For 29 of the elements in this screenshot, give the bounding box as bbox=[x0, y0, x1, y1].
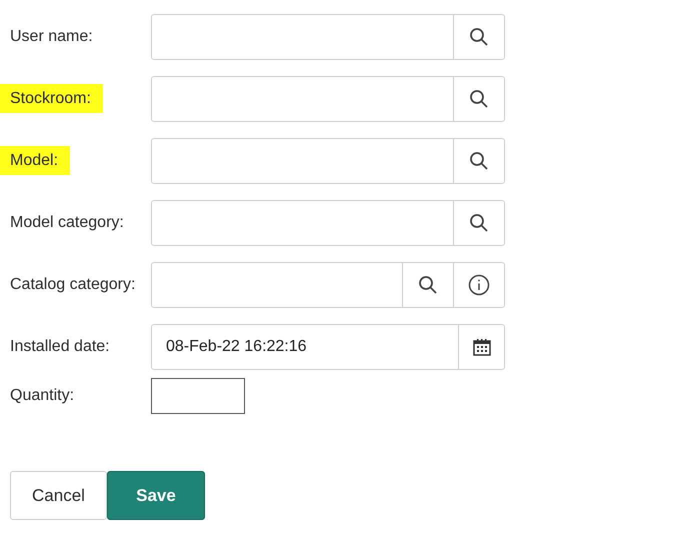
field-label: Catalog category: bbox=[10, 276, 136, 293]
lookup-field[interactable] bbox=[151, 200, 505, 246]
cancel-button[interactable]: Cancel bbox=[10, 471, 107, 520]
field-label: Quantity: bbox=[10, 387, 74, 404]
search-icon bbox=[469, 213, 489, 233]
quantity-field[interactable] bbox=[151, 378, 245, 414]
search-button[interactable] bbox=[453, 15, 504, 59]
lookup-field[interactable] bbox=[151, 76, 505, 122]
info-icon bbox=[468, 274, 490, 296]
lookup-field[interactable] bbox=[151, 262, 505, 308]
search-button[interactable] bbox=[453, 201, 504, 245]
calendar-button[interactable] bbox=[458, 325, 504, 369]
search-button[interactable] bbox=[453, 139, 504, 183]
search-icon bbox=[469, 151, 489, 171]
lookup-field[interactable] bbox=[151, 14, 505, 60]
field-label: Model category: bbox=[10, 214, 124, 231]
search-icon bbox=[418, 275, 438, 295]
field-label: Installed date: bbox=[10, 338, 110, 355]
field-label: User name: bbox=[10, 28, 93, 45]
info-button[interactable] bbox=[453, 263, 504, 307]
field-label: Model: bbox=[0, 146, 70, 175]
calendar-icon bbox=[472, 337, 492, 357]
lookup-field[interactable] bbox=[151, 138, 505, 184]
search-icon bbox=[469, 27, 489, 47]
field-label: Stockroom: bbox=[0, 84, 103, 113]
search-icon bbox=[469, 89, 489, 109]
search-button[interactable] bbox=[453, 77, 504, 121]
date-field[interactable]: 08-Feb-22 16:22:16 bbox=[151, 324, 505, 370]
save-button[interactable]: Save bbox=[107, 471, 205, 520]
